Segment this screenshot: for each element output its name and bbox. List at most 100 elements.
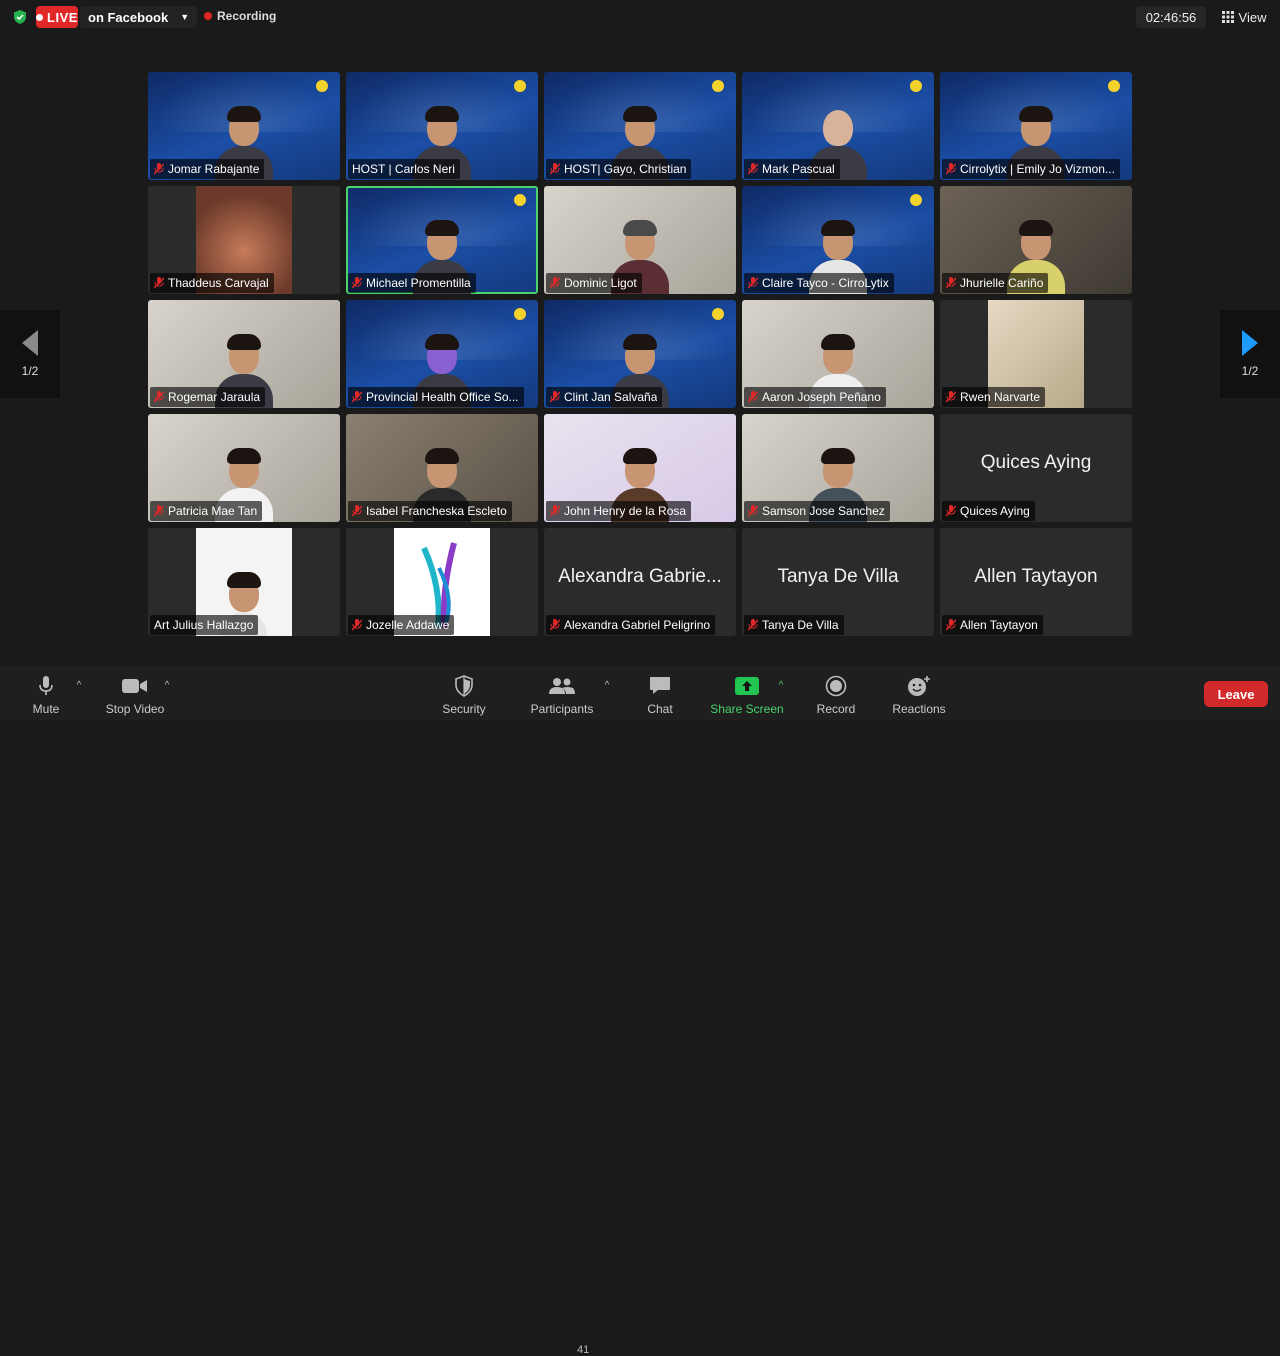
view-button[interactable]: View xyxy=(1216,6,1272,28)
mute-button[interactable]: Mute xyxy=(26,672,66,716)
participant-tile[interactable]: Allen Taytayon Allen Taytayon xyxy=(940,528,1132,636)
video-options-button[interactable]: ^ xyxy=(160,672,174,716)
participant-tile[interactable]: Rwen Narvarte xyxy=(940,300,1132,408)
shield-check-icon[interactable] xyxy=(12,9,28,25)
mic-muted-icon xyxy=(748,619,758,631)
participant-name-label: Art Julius Hallazgo xyxy=(150,615,259,635)
participant-name-label: Mark Pascual xyxy=(744,159,840,179)
participant-display-name: Quices Aying xyxy=(980,452,1092,473)
logo-icon xyxy=(910,80,922,92)
participant-name-label: HOST| Gayo, Christian xyxy=(546,159,692,179)
participant-tile[interactable]: HOST| Gayo, Christian xyxy=(544,72,736,180)
participant-name-label: Rogemar Jaraula xyxy=(150,387,266,407)
participant-tile[interactable]: Dominic Ligot xyxy=(544,186,736,294)
participant-tile-active-speaker[interactable]: Michael Promentilla xyxy=(346,186,538,294)
participants-options-button[interactable]: ^ xyxy=(600,672,614,716)
mic-muted-icon xyxy=(946,277,956,289)
participant-tile[interactable]: Cirrolytix | Emily Jo Vizmon... xyxy=(940,72,1132,180)
people-icon xyxy=(548,674,576,698)
security-label: Security xyxy=(442,702,486,716)
participant-tile[interactable]: Isabel Francheska Escleto xyxy=(346,414,538,522)
mic-muted-icon xyxy=(550,163,560,175)
participant-tile[interactable]: Patricia Mae Tan xyxy=(148,414,340,522)
participant-tile[interactable]: HOST | Carlos Neri xyxy=(346,72,538,180)
participant-name-label: Samson Jose Sanchez xyxy=(744,501,890,521)
participant-tile[interactable]: Rogemar Jaraula xyxy=(148,300,340,408)
share-options-button[interactable]: ^ xyxy=(774,672,788,716)
mic-muted-icon xyxy=(946,163,956,175)
participant-tile[interactable]: Provincial Health Office So... xyxy=(346,300,538,408)
stop-video-label: Stop Video xyxy=(105,702,165,716)
participant-tile[interactable]: Jhurielle Cariño xyxy=(940,186,1132,294)
reactions-label: Reactions xyxy=(892,702,946,716)
chat-button[interactable]: Chat xyxy=(642,672,678,716)
live-label: LIVE xyxy=(47,9,78,25)
live-dot-icon xyxy=(36,13,44,21)
participant-tile[interactable]: Tanya De Villa Tanya De Villa xyxy=(742,528,934,636)
leave-button[interactable]: Leave xyxy=(1204,681,1268,707)
participant-name-label: Allen Taytayon xyxy=(942,615,1043,635)
next-page-button[interactable]: 1/2 xyxy=(1220,310,1280,398)
logo-icon xyxy=(1108,80,1120,92)
participant-name-label: John Henry de la Rosa xyxy=(546,501,692,521)
mic-muted-icon xyxy=(154,163,164,175)
participant-name-label: Claire Tayco - CirroLytix xyxy=(744,273,894,293)
participant-name-label: Jhurielle Cariño xyxy=(942,273,1049,293)
smiley-add-icon xyxy=(907,674,931,698)
chevron-up-icon: ^ xyxy=(778,680,784,691)
audio-options-button[interactable]: ^ xyxy=(72,672,86,716)
participant-tile[interactable]: Art Julius Hallazgo xyxy=(148,528,340,636)
participant-name-label: Rwen Narvarte xyxy=(942,387,1046,407)
video-gallery: Jomar Rabajante HOST | Carlos Neri HOST|… xyxy=(148,72,1132,636)
record-button[interactable]: Record xyxy=(812,672,860,716)
live-target-label: on Facebook xyxy=(88,9,169,25)
video-camera-icon xyxy=(122,674,148,698)
record-icon xyxy=(825,674,847,698)
page-indicator-right: 1/2 xyxy=(1241,364,1259,378)
participant-tile[interactable]: Clint Jan Salvaña xyxy=(544,300,736,408)
participant-tile[interactable]: Jomar Rabajante xyxy=(148,72,340,180)
mic-muted-icon xyxy=(550,391,560,403)
chevron-up-icon: ^ xyxy=(76,680,82,691)
participants-button[interactable]: Participants xyxy=(526,672,598,716)
reactions-button[interactable]: Reactions xyxy=(888,672,950,716)
participant-tile[interactable]: Thaddeus Carvajal xyxy=(148,186,340,294)
mic-muted-icon xyxy=(748,277,758,289)
participant-name-label: Jozelle Addawe xyxy=(348,615,455,635)
mic-muted-icon xyxy=(352,505,362,517)
participant-name-label: Alexandra Gabriel Peligrino xyxy=(546,615,716,635)
mic-muted-icon xyxy=(352,277,362,289)
participant-name-label: Dominic Ligot xyxy=(546,273,642,293)
participant-tile[interactable]: Aaron Joseph Peñano xyxy=(742,300,934,408)
logo-icon xyxy=(712,80,724,92)
participant-display-name: Alexandra Gabrie... xyxy=(558,566,722,587)
live-stream-dropdown[interactable]: on Facebook ▼ xyxy=(80,6,198,28)
logo-icon xyxy=(712,308,724,320)
previous-page-button[interactable]: 1/2 xyxy=(0,310,60,398)
chat-bubble-icon xyxy=(649,674,671,698)
participant-tile[interactable]: Jozelle Addawe xyxy=(346,528,538,636)
participant-tile[interactable]: Alexandra Gabrie... Alexandra Gabriel Pe… xyxy=(544,528,736,636)
logo-icon xyxy=(316,80,328,92)
view-label: View xyxy=(1238,9,1267,25)
participant-tile[interactable]: Mark Pascual xyxy=(742,72,934,180)
mic-muted-icon xyxy=(550,277,560,289)
logo-icon xyxy=(910,194,922,206)
participant-tile[interactable]: Samson Jose Sanchez xyxy=(742,414,934,522)
security-button[interactable]: Security xyxy=(438,672,490,716)
recording-indicator[interactable]: Recording xyxy=(204,9,276,23)
mic-muted-icon xyxy=(946,619,956,631)
mute-label: Mute xyxy=(32,702,60,716)
participant-display-name: Allen Taytayon xyxy=(974,566,1098,587)
participant-tile[interactable]: Claire Tayco - CirroLytix xyxy=(742,186,934,294)
chevron-up-icon: ^ xyxy=(604,680,610,691)
participant-tile[interactable]: Quices Aying Quices Aying xyxy=(940,414,1132,522)
share-screen-label: Share Screen xyxy=(710,702,784,716)
chevron-up-icon: ^ xyxy=(164,680,170,691)
participants-count: 41 xyxy=(577,1344,590,1356)
mic-muted-icon xyxy=(154,391,164,403)
recording-label: Recording xyxy=(217,9,277,23)
mic-muted-icon xyxy=(946,391,956,403)
participant-tile[interactable]: John Henry de la Rosa xyxy=(544,414,736,522)
participant-name-label: Tanya De Villa xyxy=(744,615,844,635)
